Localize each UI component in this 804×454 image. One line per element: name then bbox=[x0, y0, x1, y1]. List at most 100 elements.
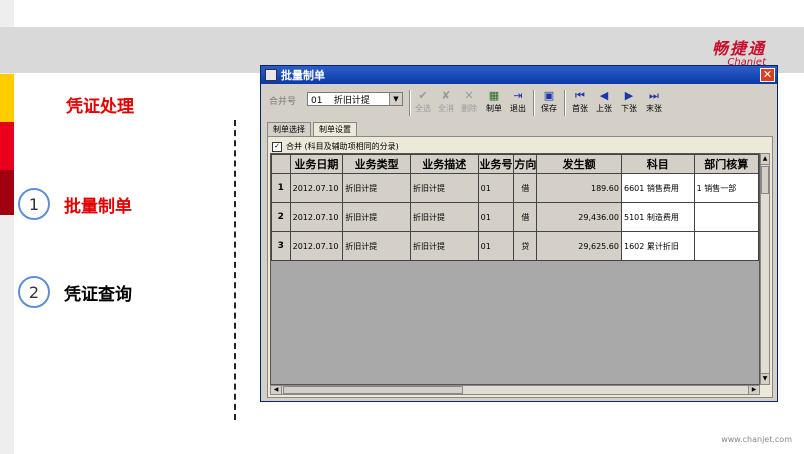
cell-date[interactable]: 2012.07.10 bbox=[289, 173, 344, 203]
next-icon: ▶ bbox=[624, 89, 634, 102]
voucher-table: 业务日期 业务类型 业务描述 业务号 方向 发生额 科目 部门核算 1 2012… bbox=[271, 154, 759, 261]
cell-desc[interactable]: 折旧计提 bbox=[409, 231, 479, 261]
step-number-circle: 1 bbox=[18, 188, 50, 220]
row-number: 3 bbox=[271, 231, 291, 261]
first-record-button[interactable]: ⏮ 首张 bbox=[569, 89, 591, 117]
column-header[interactable]: 发生额 bbox=[536, 154, 622, 174]
strip-red bbox=[0, 122, 14, 170]
footer-url: www.chanjet.com bbox=[721, 435, 792, 444]
cell-department[interactable] bbox=[693, 231, 759, 261]
table-header-row: 业务日期 业务类型 业务描述 业务号 方向 发生额 科目 部门核算 bbox=[271, 154, 759, 174]
cell-subject[interactable]: 5101 制造费用 bbox=[620, 202, 695, 232]
column-header[interactable]: 科目 bbox=[620, 154, 695, 174]
table-row[interactable]: 1 2012.07.10 折旧计提 折旧计提 01 借 189.60 6601 … bbox=[271, 173, 759, 203]
column-header[interactable]: 方向 bbox=[513, 154, 538, 174]
column-header[interactable]: 业务号 bbox=[477, 154, 515, 174]
scroll-down-icon[interactable]: ▼ bbox=[761, 373, 769, 384]
merge-number-value: 01 折旧计提 bbox=[311, 95, 370, 106]
merge-checkbox-label: 合并 (科目及辅助项相同的分录) bbox=[286, 142, 399, 151]
toolbar-separator bbox=[533, 90, 535, 116]
last-record-button[interactable]: ⏭ 末张 bbox=[643, 89, 665, 117]
cell-type[interactable]: 折旧计提 bbox=[342, 202, 411, 232]
batch-voucher-window: 批量制单 ✕ 合并号 01 折旧计提 ▼ ✔ 全选 ✘ 全消 ✕ 删除 ▦ 制单… bbox=[260, 65, 778, 402]
step-number-circle: 2 bbox=[18, 276, 50, 308]
horizontal-scrollbar[interactable]: ◀ ▶ bbox=[270, 385, 760, 395]
next-record-button[interactable]: ▶ 下张 bbox=[618, 89, 640, 117]
strip-yellow bbox=[0, 74, 14, 122]
window-titlebar[interactable]: 批量制单 ✕ bbox=[261, 66, 777, 84]
make-voucher-icon: ▦ bbox=[488, 89, 500, 102]
window-icon bbox=[265, 69, 277, 81]
save-icon: ▣ bbox=[543, 89, 555, 102]
make-voucher-button[interactable]: ▦ 制单 bbox=[483, 89, 505, 117]
scroll-left-icon[interactable]: ◀ bbox=[271, 386, 282, 394]
table-row[interactable]: 3 2012.07.10 折旧计提 折旧计提 01 贷 29,625.60 16… bbox=[271, 231, 759, 261]
section-title: 凭证处理 bbox=[66, 97, 134, 117]
cell-subject[interactable]: 1602 累计折旧 bbox=[620, 231, 695, 261]
horizontal-scroll-thumb[interactable] bbox=[283, 386, 463, 394]
prev-icon: ◀ bbox=[599, 89, 609, 102]
tab-voucher-selection[interactable]: 制单选择 bbox=[267, 122, 311, 137]
merge-checkbox[interactable]: ✓ bbox=[272, 141, 282, 152]
step-2: 2 凭证查询 bbox=[18, 276, 132, 308]
column-header[interactable]: 部门核算 bbox=[693, 154, 759, 174]
cell-direction[interactable]: 贷 bbox=[513, 231, 538, 261]
cell-date[interactable]: 2012.07.10 bbox=[289, 231, 344, 261]
dashed-divider bbox=[234, 120, 236, 420]
merge-checkbox-row[interactable]: ✓ 合并 (科目及辅助项相同的分录) bbox=[272, 141, 399, 152]
strip-dark-red bbox=[0, 170, 14, 215]
column-header bbox=[271, 154, 291, 174]
column-header[interactable]: 业务描述 bbox=[409, 154, 479, 174]
toolbar-separator bbox=[409, 90, 411, 116]
voucher-grid-area: 业务日期 业务类型 业务描述 业务号 方向 发生额 科目 部门核算 1 2012… bbox=[270, 153, 760, 385]
cell-type[interactable]: 折旧计提 bbox=[342, 231, 411, 261]
delete-button[interactable]: ✕ 删除 bbox=[458, 89, 480, 117]
column-header[interactable]: 业务类型 bbox=[342, 154, 411, 174]
cell-direction[interactable]: 借 bbox=[513, 173, 538, 203]
exit-button[interactable]: ⇥ 退出 bbox=[507, 89, 529, 117]
prev-record-button[interactable]: ◀ 上张 bbox=[593, 89, 615, 117]
deselect-all-icon: ✘ bbox=[441, 89, 451, 102]
close-button[interactable]: ✕ bbox=[760, 68, 775, 82]
cell-desc[interactable]: 折旧计提 bbox=[409, 202, 479, 232]
scroll-right-icon[interactable]: ▶ bbox=[748, 386, 759, 394]
cell-business-no[interactable]: 01 bbox=[477, 173, 515, 203]
deselect-all-button[interactable]: ✘ 全消 bbox=[435, 89, 457, 117]
step-label: 凭证查询 bbox=[64, 284, 132, 305]
vertical-scroll-thumb[interactable] bbox=[761, 166, 769, 194]
row-number: 1 bbox=[271, 173, 291, 203]
cell-desc[interactable]: 折旧计提 bbox=[409, 173, 479, 203]
select-all-icon: ✔ bbox=[418, 89, 428, 102]
save-button[interactable]: ▣ 保存 bbox=[538, 89, 560, 117]
toolbar: 合并号 01 折旧计提 ▼ ✔ 全选 ✘ 全消 ✕ 删除 ▦ 制单 ⇥ 退出 ▣ bbox=[261, 86, 777, 120]
cell-department[interactable] bbox=[693, 202, 759, 232]
cell-department[interactable]: 1 销售一部 bbox=[693, 173, 759, 203]
row-number: 2 bbox=[271, 202, 291, 232]
cell-type[interactable]: 折旧计提 bbox=[342, 173, 411, 203]
column-header[interactable]: 业务日期 bbox=[289, 154, 344, 174]
cell-date[interactable]: 2012.07.10 bbox=[289, 202, 344, 232]
merge-number-label: 合并号 bbox=[269, 97, 297, 107]
cell-business-no[interactable]: 01 bbox=[477, 231, 515, 261]
chevron-down-icon[interactable]: ▼ bbox=[389, 93, 402, 105]
select-all-button[interactable]: ✔ 全选 bbox=[412, 89, 434, 117]
cell-business-no[interactable]: 01 bbox=[477, 202, 515, 232]
table-row[interactable]: 2 2012.07.10 折旧计提 折旧计提 01 借 29,436.00 51… bbox=[271, 202, 759, 232]
brand-logo: 畅捷通 Chanjet bbox=[711, 39, 766, 68]
step-label: 批量制单 bbox=[64, 196, 132, 217]
vertical-scrollbar[interactable]: ▲ ▼ bbox=[760, 153, 770, 385]
cell-direction[interactable]: 借 bbox=[513, 202, 538, 232]
exit-icon: ⇥ bbox=[513, 89, 523, 102]
cell-amount[interactable]: 29,436.00 bbox=[536, 202, 622, 232]
step-1: 1 批量制单 bbox=[18, 188, 132, 220]
scroll-up-icon[interactable]: ▲ bbox=[761, 154, 769, 165]
delete-icon: ✕ bbox=[464, 89, 474, 102]
cell-amount[interactable]: 29,625.60 bbox=[536, 231, 622, 261]
toolbar-separator bbox=[564, 90, 566, 116]
last-icon: ⏭ bbox=[649, 89, 659, 102]
cell-subject[interactable]: 6601 销售费用 bbox=[620, 173, 695, 203]
merge-number-select[interactable]: 01 折旧计提 ▼ bbox=[307, 92, 403, 106]
settings-panel: ✓ 合并 (科目及辅助项相同的分录) 业务日期 业务类型 业务描述 业务号 方向 bbox=[267, 136, 773, 398]
first-icon: ⏮ bbox=[575, 89, 585, 102]
cell-amount[interactable]: 189.60 bbox=[536, 173, 622, 203]
